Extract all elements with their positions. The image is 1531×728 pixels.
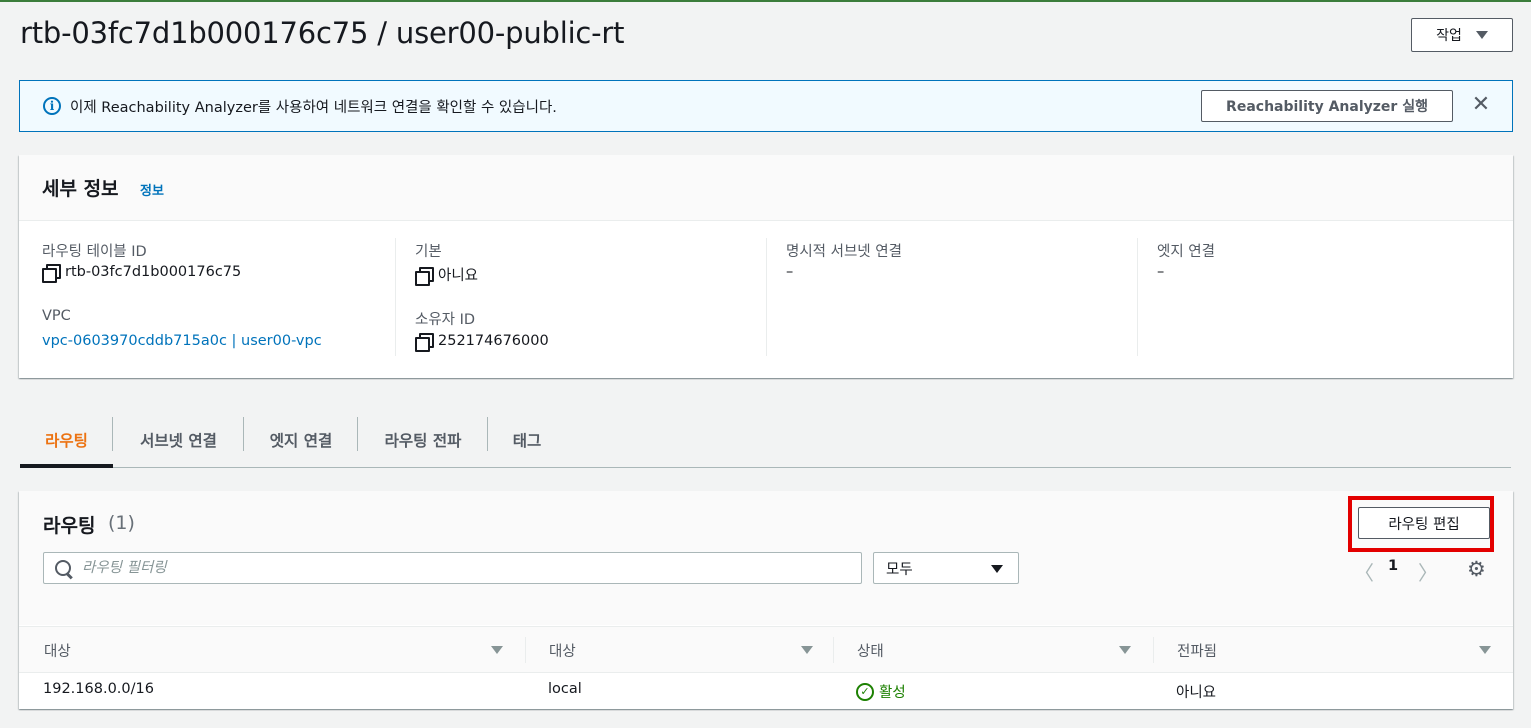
run-reachability-analyzer-button[interactable]: Reachability Analyzer 실행 bbox=[1201, 90, 1453, 122]
details-column-4: 엣지 연결 – bbox=[1157, 238, 1497, 356]
sort-icon[interactable] bbox=[1479, 646, 1491, 654]
actions-label: 작업 bbox=[1436, 28, 1462, 44]
owner-id-value: 252174676000 bbox=[415, 333, 549, 352]
table-row: 192.168.0.0/16 local ✓ 활성 아니요 bbox=[19, 673, 1513, 709]
routes-search bbox=[43, 552, 862, 584]
cell-propagated: 아니요 bbox=[1176, 685, 1217, 701]
page-number[interactable]: 1 bbox=[1388, 558, 1398, 574]
column-header-target[interactable]: 대상 bbox=[549, 640, 576, 661]
close-icon[interactable]: ✕ bbox=[1469, 92, 1493, 117]
chevron-right-icon[interactable]: 〉 bbox=[1418, 557, 1438, 586]
sort-icon[interactable] bbox=[1119, 646, 1131, 654]
details-column-1: 라우팅 테이블 ID rtb-03fc7d1b000176c75 VPC vpc… bbox=[42, 238, 392, 356]
routes-header: 라우팅 (1) 라우팅 편집 모두 〈 1 〉 ⚙ bbox=[19, 491, 1513, 625]
copy-icon[interactable] bbox=[42, 264, 61, 283]
routes-title: 라우팅 bbox=[43, 515, 96, 537]
table-header: 대상 대상 상태 전파됨 bbox=[19, 626, 1513, 673]
column-header-destination[interactable]: 대상 bbox=[44, 640, 71, 661]
cell-target: local bbox=[548, 681, 582, 697]
tab-tags[interactable]: 태그 bbox=[488, 414, 566, 466]
banner-message: 이제 Reachability Analyzer를 사용하여 네트워크 연결을 … bbox=[70, 100, 557, 116]
tab-edge-associations[interactable]: 엣지 연결 bbox=[244, 414, 358, 466]
copy-icon[interactable] bbox=[415, 333, 434, 352]
filter-select-value: 모두 bbox=[886, 562, 913, 578]
explicit-subnet-value: – bbox=[786, 264, 794, 280]
info-icon: i bbox=[43, 97, 61, 115]
column-divider bbox=[766, 238, 767, 356]
owner-id-label: 소유자 ID bbox=[415, 312, 476, 328]
chevron-left-icon[interactable]: 〈 bbox=[1354, 557, 1374, 586]
main-value: 아니요 bbox=[415, 264, 479, 286]
column-divider[interactable] bbox=[833, 637, 834, 663]
explicit-subnet-label: 명시적 서브넷 연결 bbox=[786, 244, 902, 260]
cell-status: ✓ 활성 bbox=[856, 681, 906, 702]
route-table-id-label: 라우팅 테이블 ID bbox=[42, 244, 147, 260]
details-panel: 세부 정보 정보 라우팅 테이블 ID rtb-03fc7d1b000176c7… bbox=[19, 155, 1513, 378]
edit-routes-button[interactable]: 라우팅 편집 bbox=[1358, 507, 1490, 539]
owner-id-text: 252174676000 bbox=[438, 333, 549, 349]
details-column-2: 기본 아니요 소유자 ID 252174676000 bbox=[415, 238, 765, 356]
tab-subnet-associations[interactable]: 서브넷 연결 bbox=[113, 414, 244, 466]
column-divider bbox=[395, 238, 396, 356]
route-table-id-value: rtb-03fc7d1b000176c75 bbox=[42, 264, 242, 283]
caret-down-icon bbox=[991, 565, 1003, 573]
column-divider[interactable] bbox=[1153, 637, 1154, 663]
tab-route-propagation[interactable]: 라우팅 전파 bbox=[358, 414, 488, 466]
status-text: 활성 bbox=[879, 685, 906, 701]
routes-panel: 라우팅 (1) 라우팅 편집 모두 〈 1 〉 ⚙ 대상 대상 상태 전파됨 1… bbox=[19, 491, 1513, 709]
main-label: 기본 bbox=[415, 244, 442, 260]
details-column-3: 명시적 서브넷 연결 – bbox=[786, 238, 1136, 356]
search-icon bbox=[54, 559, 74, 579]
info-banner: i 이제 Reachability Analyzer를 사용하여 네트워크 연결… bbox=[19, 80, 1513, 132]
column-divider[interactable] bbox=[525, 637, 526, 663]
actions-button[interactable]: 작업 bbox=[1411, 18, 1513, 52]
filter-select[interactable]: 모두 bbox=[873, 552, 1019, 584]
details-title: 세부 정보 bbox=[42, 178, 119, 200]
vpc-link[interactable]: vpc-0603970cddb715a0c | user00-vpc bbox=[42, 333, 322, 349]
info-link[interactable]: 정보 bbox=[140, 180, 164, 199]
page-title: rtb-03fc7d1b000176c75 / user00-public-rt bbox=[20, 16, 625, 50]
details-header: 세부 정보 정보 bbox=[19, 155, 1513, 221]
copy-icon[interactable] bbox=[415, 266, 434, 286]
route-table-id-text: rtb-03fc7d1b000176c75 bbox=[65, 264, 242, 280]
gear-icon[interactable]: ⚙ bbox=[1467, 557, 1486, 581]
tab-bar: 라우팅 서브넷 연결 엣지 연결 라우팅 전파 태그 bbox=[20, 414, 1511, 468]
check-circle-icon: ✓ bbox=[856, 682, 874, 701]
sort-icon[interactable] bbox=[491, 646, 503, 654]
cell-destination: 192.168.0.0/16 bbox=[43, 681, 154, 697]
edge-association-value: – bbox=[1157, 264, 1165, 280]
column-header-propagated[interactable]: 전파됨 bbox=[1177, 640, 1217, 661]
column-header-status[interactable]: 상태 bbox=[857, 640, 884, 661]
tab-routes[interactable]: 라우팅 bbox=[20, 414, 113, 468]
sort-icon[interactable] bbox=[801, 646, 813, 654]
edge-association-label: 엣지 연결 bbox=[1157, 244, 1215, 260]
caret-down-icon bbox=[1475, 31, 1488, 39]
column-divider bbox=[1137, 238, 1138, 356]
vpc-label: VPC bbox=[42, 308, 71, 324]
routes-count: (1) bbox=[108, 512, 135, 534]
main-value-text: 아니요 bbox=[438, 268, 479, 284]
search-input[interactable] bbox=[82, 557, 842, 579]
